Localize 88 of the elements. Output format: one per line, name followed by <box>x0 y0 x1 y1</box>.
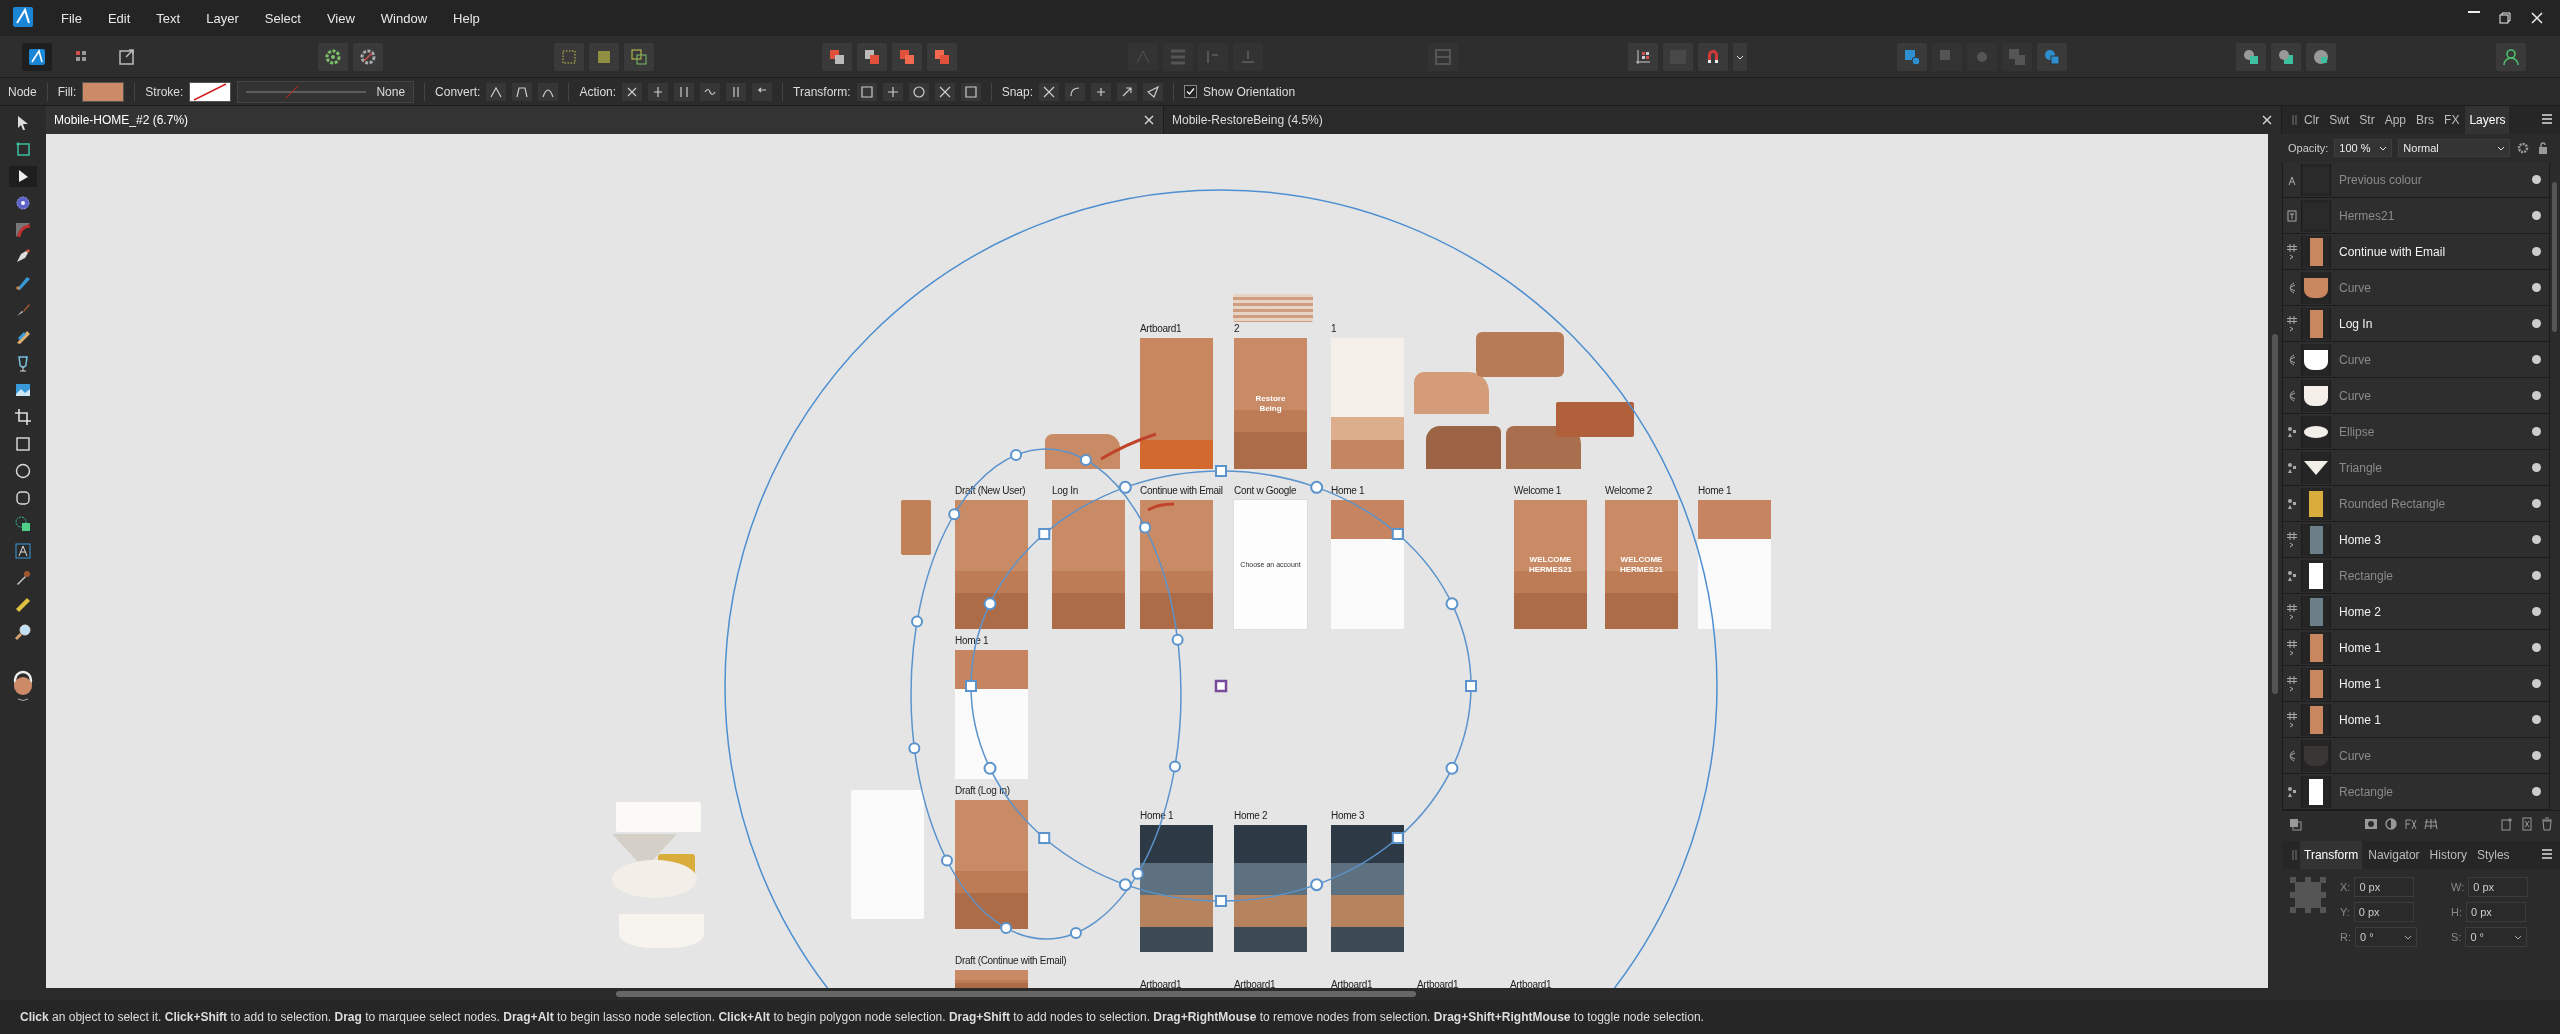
layer-row[interactable]: Home 1 <box>2282 666 2550 702</box>
menu-item[interactable]: File <box>48 10 95 26</box>
field-label: X: <box>2340 881 2351 893</box>
layer-row[interactable]: Home 2 <box>2282 594 2550 630</box>
panel-tab[interactable]: App <box>2380 106 2411 134</box>
menu-item[interactable]: Text <box>143 10 194 26</box>
artboard-label[interactable]: Home 2 <box>1234 810 1268 821</box>
layer-row[interactable]: Home 1 <box>2282 630 2550 666</box>
layer-row[interactable]: Log In <box>2282 306 2550 342</box>
artboard-text: Restore <box>1255 394 1286 403</box>
artboard-label[interactable]: Home 3 <box>1331 810 1365 821</box>
panel-tab[interactable]: Layers <box>2465 106 2510 134</box>
artboard-label[interactable]: Artboard1 <box>1140 323 1182 334</box>
artboard-label[interactable]: Home 1 <box>1698 485 1732 496</box>
action-label: Action: <box>579 84 617 99</box>
field-label: R: <box>2340 931 2351 943</box>
field-label: S: <box>2451 931 2462 943</box>
blend-mode-dropdown[interactable]: Normal <box>2398 139 2511 157</box>
menu-item[interactable]: View <box>313 10 368 26</box>
layer-row[interactable]: Home 3 <box>2282 522 2550 558</box>
layer-row[interactable]: Rectangle <box>2282 558 2550 594</box>
artboard-label[interactable]: Draft (Continue with Email) <box>955 955 1067 966</box>
artboard-text: Being <box>1259 404 1282 413</box>
transform-label: Transform: <box>793 84 851 99</box>
status-hint: Click an object to select it. Click+Shift to add to selection. Drag to marquee select nodes. Drag+Alt to begin lasso node selection. Click+Alt to begin polygon node selection. Drag+Shift to add nodes to selection. Drag+RightMouse to remove nodes from selection. Drag+Shift+RightMouse to toggle node selection. <box>20 1010 1704 1024</box>
field-label: H: <box>2451 906 2462 918</box>
layer-row[interactable]: Home 1 <box>2282 702 2550 738</box>
document-tab[interactable]: Mobile-HOME_#2 (6.7%) <box>46 106 1164 134</box>
layer-row[interactable]: Ellipse <box>2282 414 2550 450</box>
input-field[interactable]: 0 px <box>2468 877 2529 897</box>
input-field[interactable]: 0 px <box>2354 877 2415 897</box>
stroke-label: Stroke: <box>145 84 184 99</box>
opacity-label: Opacity: <box>2288 142 2329 154</box>
fill-label: Fill: <box>57 84 77 99</box>
layer-row[interactable]: Curve <box>2282 270 2550 306</box>
artboard-label[interactable]: Welcome 1 <box>1514 485 1562 496</box>
layer-row[interactable]: Curve <box>2282 342 2550 378</box>
artboard-label[interactable]: Log In <box>1052 485 1078 496</box>
artboard-label[interactable]: Artboard1 <box>1510 979 1552 988</box>
menu-item[interactable]: Layer <box>193 10 252 26</box>
panel-tab[interactable]: History <box>2425 841 2471 869</box>
menu-item[interactable]: Select <box>251 10 314 26</box>
artboard-text: WELCOME <box>1529 555 1572 564</box>
panel-tab[interactable]: Clr <box>2300 106 2324 134</box>
artboard-text: WELCOME <box>1620 555 1663 564</box>
field-label: Y: <box>2340 906 2350 918</box>
input-field[interactable]: 0 px <box>2466 902 2526 922</box>
panel-tab[interactable]: Brs <box>2412 106 2439 134</box>
artboard-label[interactable]: 2 <box>1234 323 1240 334</box>
menu-item[interactable]: Window <box>367 10 441 26</box>
panel-tab[interactable]: Str <box>2355 106 2379 134</box>
artboard-label[interactable]: Artboard1 <box>1331 979 1373 988</box>
panel-tab[interactable]: Styles <box>2472 841 2514 869</box>
artboard-label[interactable]: Cont w Google <box>1234 485 1297 496</box>
layer-row[interactable]: Triangle <box>2282 450 2550 486</box>
menu-item[interactable]: Help <box>440 10 493 26</box>
artboard-text: HERMES21 <box>1528 565 1573 574</box>
menu-item[interactable]: Edit <box>94 10 144 26</box>
layer-row[interactable]: Rectangle <box>2282 774 2550 810</box>
angle-dropdown[interactable]: 0 ° <box>2465 927 2528 947</box>
layer-row[interactable]: Continue with Email <box>2282 234 2550 270</box>
layer-row[interactable]: Rounded Rectangle <box>2282 486 2550 522</box>
layer-row[interactable]: Curve <box>2282 378 2550 414</box>
angle-dropdown[interactable]: 0 ° <box>2355 927 2417 947</box>
artboard-label[interactable]: Home 1 <box>1331 485 1365 496</box>
artboard-label[interactable]: 1 <box>1331 323 1337 334</box>
layer-row[interactable]: Curve <box>2282 738 2550 774</box>
layer-row[interactable]: Previous colour <box>2282 162 2550 198</box>
layer-row[interactable]: Hermes21 <box>2282 198 2550 234</box>
input-field[interactable]: 0 px <box>2353 902 2414 922</box>
panel-tab[interactable]: Navigator <box>2364 841 2424 869</box>
artboard-label[interactable]: Artboard1 <box>1417 979 1459 988</box>
artboard-label[interactable]: Artboard1 <box>1234 979 1276 988</box>
mode-label: Node <box>8 84 37 99</box>
panel-tab[interactable]: Swt <box>2325 106 2354 134</box>
convert-label: Convert: <box>435 84 481 99</box>
opacity-dropdown[interactable]: 100 % <box>2334 139 2393 157</box>
field-label: W: <box>2451 881 2465 893</box>
stroke-style-dropdown[interactable]: None <box>237 80 415 103</box>
panel-tab[interactable]: FX <box>2440 106 2464 134</box>
artboard-label[interactable]: Welcome 2 <box>1605 485 1653 496</box>
artboard-label[interactable]: Artboard1 <box>1140 979 1182 988</box>
checkbox-label: Show Orientation <box>1203 84 1296 99</box>
artboard-label[interactable]: Continue with Email <box>1140 485 1223 496</box>
document-tab[interactable]: Mobile-RestoreBeing (4.5%) <box>1164 106 2282 134</box>
artboard-text: HERMES21 <box>1619 565 1664 574</box>
snap-label: Snap: <box>1001 84 1034 99</box>
panel-tab[interactable]: Transform <box>2300 841 2363 869</box>
